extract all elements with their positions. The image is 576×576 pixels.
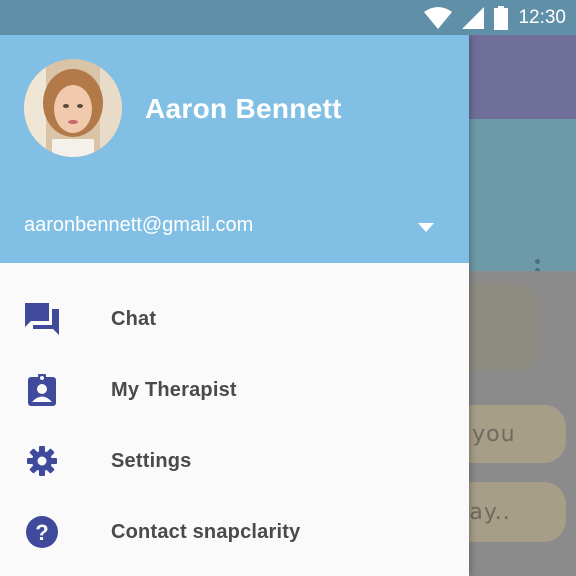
menu-item-chat[interactable]: Chat	[0, 284, 469, 354]
status-bar: 12:30	[0, 0, 576, 35]
signal-icon	[462, 6, 485, 29]
menu-item-label: Settings	[111, 449, 192, 472]
contact-card-icon	[24, 372, 60, 408]
gear-icon	[24, 443, 60, 479]
status-time: 12:30	[518, 6, 566, 28]
battery-icon	[494, 5, 509, 30]
menu-item-contact-snapclarity[interactable]: ? Contact snapclarity	[0, 497, 469, 567]
menu-item-my-therapist[interactable]: My Therapist	[0, 355, 469, 425]
menu-item-settings[interactable]: Settings	[0, 426, 469, 496]
chat-icon	[24, 301, 60, 337]
menu-item-label: Contact snapclarity	[111, 520, 301, 543]
wifi-icon	[424, 6, 453, 29]
user-email: aaronbennett@gmail.com	[24, 214, 254, 236]
help-icon: ?	[24, 514, 60, 550]
menu-item-label: My Therapist	[111, 378, 237, 401]
avatar[interactable]	[24, 59, 122, 157]
menu-item-label: Chat	[111, 307, 157, 330]
user-name: Aaron Bennett	[145, 93, 342, 124]
navigation-drawer: Aaron Bennett aaronbennett@gmail.com Cha…	[0, 35, 469, 576]
svg-text:?: ?	[35, 520, 48, 545]
drawer-header: Aaron Bennett aaronbennett@gmail.com	[0, 35, 469, 263]
account-dropdown-icon[interactable]	[412, 215, 440, 239]
